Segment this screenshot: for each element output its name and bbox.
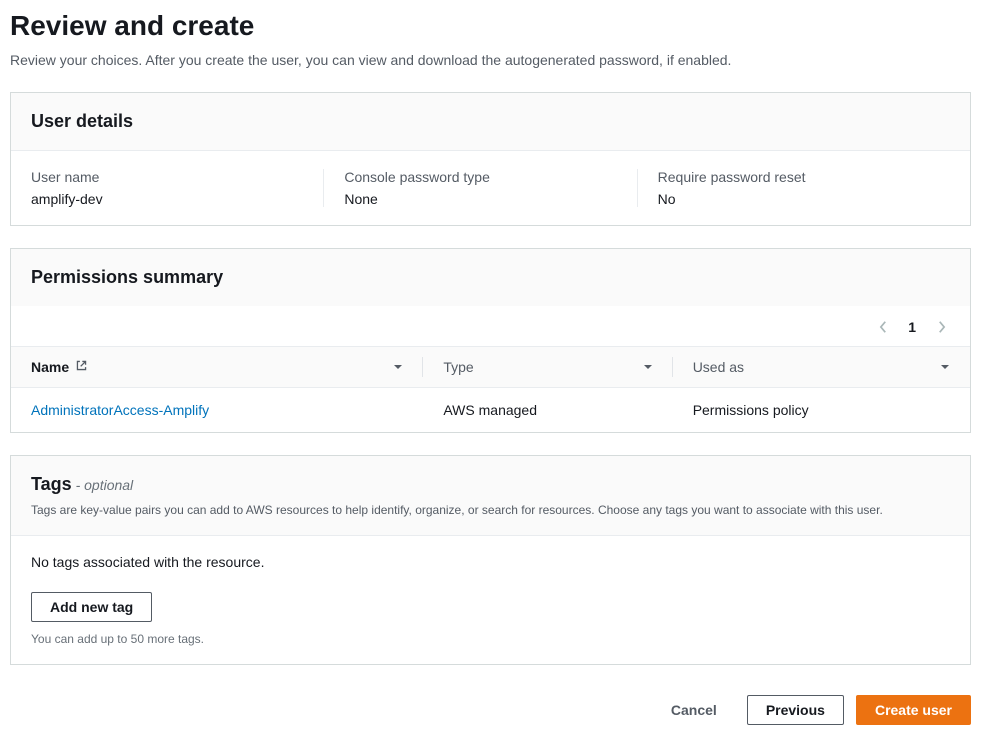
permissions-panel: Permissions summary 1 Name	[10, 248, 971, 433]
add-tag-button[interactable]: Add new tag	[31, 592, 152, 622]
tags-description: Tags are key-value pairs you can add to …	[31, 503, 950, 517]
tags-hint: You can add up to 50 more tags.	[31, 632, 950, 646]
prev-page-icon[interactable]	[874, 318, 892, 336]
password-type-value: None	[344, 191, 616, 207]
user-details-header: User details	[11, 93, 970, 151]
sort-icon[interactable]	[940, 359, 950, 375]
tags-panel: Tags - optional Tags are key-value pairs…	[10, 455, 971, 665]
tags-header: Tags - optional Tags are key-value pairs…	[11, 456, 970, 536]
require-reset-label: Require password reset	[658, 169, 930, 185]
tags-heading: Tags	[31, 474, 72, 494]
policy-link[interactable]: AdministratorAccess-Amplify	[31, 402, 209, 418]
page-title: Review and create	[10, 10, 971, 42]
require-reset-value: No	[658, 191, 930, 207]
policy-type: AWS managed	[423, 388, 672, 433]
page-number: 1	[908, 319, 916, 335]
permissions-header: Permissions summary	[11, 249, 970, 306]
footer-actions: Cancel Previous Create user	[10, 687, 971, 725]
col-name[interactable]: Name	[31, 359, 69, 375]
user-details-panel: User details User name amplify-dev Conso…	[10, 92, 971, 226]
username-value: amplify-dev	[31, 191, 303, 207]
sort-icon[interactable]	[643, 359, 653, 375]
create-user-button[interactable]: Create user	[856, 695, 971, 725]
paginator: 1	[11, 306, 970, 346]
tags-optional: - optional	[72, 477, 133, 493]
username-label: User name	[31, 169, 303, 185]
policy-used-as: Permissions policy	[673, 388, 970, 433]
sort-icon[interactable]	[393, 359, 403, 375]
external-link-icon	[75, 359, 88, 375]
table-row: AdministratorAccess-Amplify AWS managed …	[11, 388, 970, 433]
next-page-icon[interactable]	[932, 318, 950, 336]
col-used-as[interactable]: Used as	[693, 359, 744, 375]
page-subtitle: Review your choices. After you create th…	[10, 52, 971, 68]
previous-button[interactable]: Previous	[747, 695, 844, 725]
col-type[interactable]: Type	[443, 359, 473, 375]
cancel-button[interactable]: Cancel	[653, 695, 735, 725]
user-details-heading: User details	[31, 111, 950, 132]
permissions-table: Name Type	[11, 346, 970, 432]
permissions-heading: Permissions summary	[31, 267, 950, 288]
tags-empty: No tags associated with the resource.	[31, 554, 950, 570]
password-type-label: Console password type	[344, 169, 616, 185]
